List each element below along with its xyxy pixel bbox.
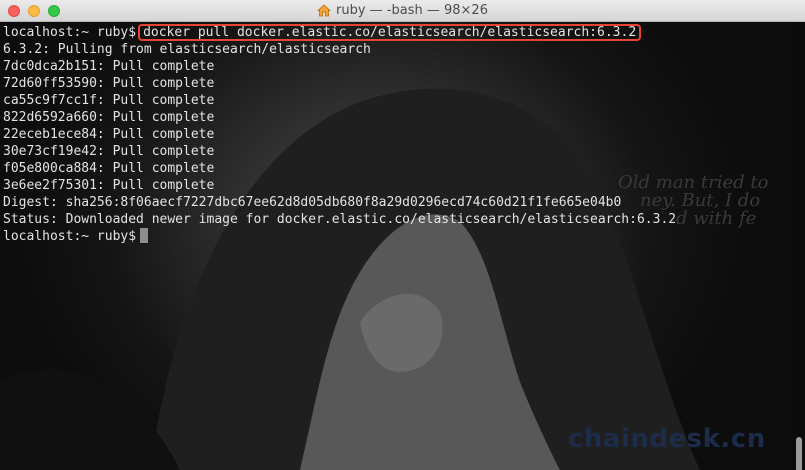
output-line: Status: Downloaded newer image for docke… [3, 212, 677, 227]
text-cursor [140, 228, 149, 243]
scroll-thumb[interactable] [796, 437, 802, 470]
prompt: localhost:~ ruby$ [3, 229, 137, 244]
output-line: 72d60ff53590: Pull complete [3, 76, 215, 91]
prompt-line: localhost:~ ruby$ [3, 228, 676, 245]
output-line: 22eceb1ece84: Pull complete [3, 127, 215, 142]
highlighted-command: docker pull docker.elastic.co/elasticsea… [138, 24, 642, 41]
output-line: 6.3.2: Pulling from elasticsearch/elasti… [3, 42, 371, 57]
window-title: ruby — -bash — 98×26 [317, 3, 488, 18]
terminal-view[interactable]: Old man tried to ney. But, I do d with f… [0, 22, 793, 470]
output-line: 7dc0dca2b151: Pull complete [3, 59, 215, 74]
terminal-output: localhost:~ ruby$ docker pull docker.elas… [3, 24, 676, 245]
home-icon [317, 4, 332, 17]
prompt-line: localhost:~ ruby$ docker pull docker.elas… [3, 24, 676, 41]
wallpaper-text-3: d with fe [676, 208, 757, 229]
maximize-button[interactable] [48, 5, 60, 17]
output-line: ca55c9f7cc1f: Pull complete [3, 93, 215, 108]
prompt: localhost:~ ruby$ [3, 25, 137, 40]
output-line: 822d6592a660: Pull complete [3, 110, 215, 125]
window-title-text: ruby — -bash — 98×26 [336, 3, 488, 18]
output-line: 30e73cf19e42: Pull complete [3, 144, 215, 159]
minimize-button[interactable] [28, 5, 40, 17]
output-line: f05e800ca884: Pull complete [3, 161, 215, 176]
title-bar[interactable]: ruby — -bash — 98×26 [0, 0, 805, 22]
scrollbar[interactable] [793, 22, 805, 470]
command-text: docker pull docker.elastic.co/elasticsea… [143, 25, 637, 40]
close-button[interactable] [8, 5, 20, 17]
output-line: 3e6ee2f75301: Pull complete [3, 178, 215, 193]
output-line: Digest: sha256:8f06aecf7227dbc67ee62d8d0… [3, 195, 622, 210]
window-controls [8, 5, 60, 17]
watermark: chaindesk.cn [568, 424, 766, 454]
terminal-window: ruby — -bash — 98×26 Old man tried to ne… [0, 0, 805, 470]
